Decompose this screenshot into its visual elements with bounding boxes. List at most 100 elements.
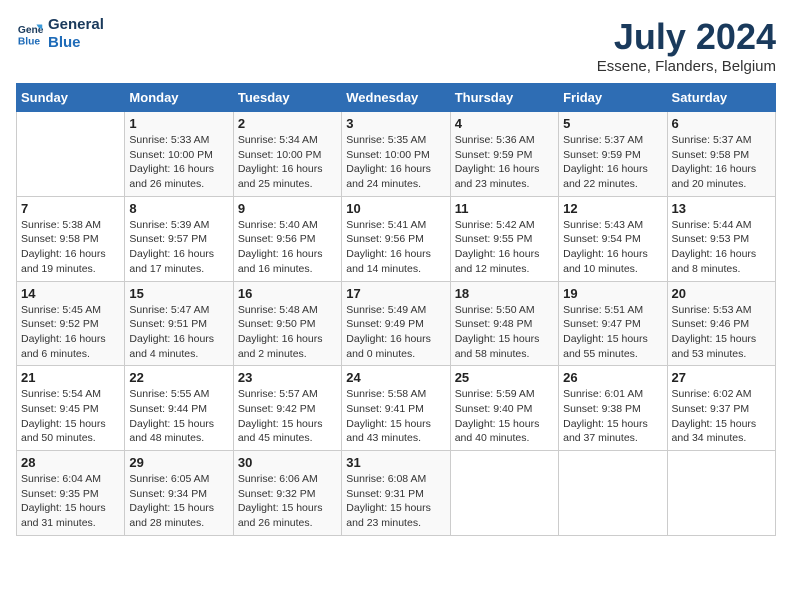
calendar-header-row: SundayMondayTuesdayWednesdayThursdayFrid… [17,84,776,112]
day-number: 24 [346,370,445,385]
day-info: Sunrise: 5:37 AM Sunset: 9:58 PM Dayligh… [672,133,771,192]
day-cell [559,451,667,536]
day-cell: 26 Sunrise: 6:01 AM Sunset: 9:38 PM Dayli… [559,366,667,451]
day-cell [450,451,558,536]
day-cell: 25 Sunrise: 5:59 AM Sunset: 9:40 PM Dayli… [450,366,558,451]
header-tuesday: Tuesday [233,84,341,112]
day-number: 3 [346,116,445,131]
day-info: Sunrise: 5:37 AM Sunset: 9:59 PM Dayligh… [563,133,662,192]
day-number: 23 [238,370,337,385]
month-title: July 2024 [597,16,776,58]
header-monday: Monday [125,84,233,112]
day-info: Sunrise: 5:33 AM Sunset: 10:00 PM Daylig… [129,133,228,192]
header-saturday: Saturday [667,84,775,112]
day-number: 30 [238,455,337,470]
day-cell: 10 Sunrise: 5:41 AM Sunset: 9:56 PM Dayli… [342,196,450,281]
day-number: 1 [129,116,228,131]
day-cell: 23 Sunrise: 5:57 AM Sunset: 9:42 PM Dayli… [233,366,341,451]
day-cell: 14Sunrise: 5:45 AM Sunset: 9:52 PM Dayli… [17,281,125,366]
day-number: 4 [455,116,554,131]
day-info: Sunrise: 6:04 AM Sunset: 9:35 PM Dayligh… [21,472,120,531]
week-row-4: 28Sunrise: 6:04 AM Sunset: 9:35 PM Dayli… [17,451,776,536]
day-info: Sunrise: 5:42 AM Sunset: 9:55 PM Dayligh… [455,218,554,277]
day-info: Sunrise: 5:48 AM Sunset: 9:50 PM Dayligh… [238,303,337,362]
day-number: 13 [672,201,771,216]
day-cell: 2Sunrise: 5:34 AM Sunset: 10:00 PM Dayli… [233,112,341,197]
page-header: General Blue General Blue July 2024 Esse… [16,16,776,75]
day-info: Sunrise: 5:39 AM Sunset: 9:57 PM Dayligh… [129,218,228,277]
calendar-table: SundayMondayTuesdayWednesdayThursdayFrid… [16,83,776,536]
day-info: Sunrise: 6:05 AM Sunset: 9:34 PM Dayligh… [129,472,228,531]
day-info: Sunrise: 5:50 AM Sunset: 9:48 PM Dayligh… [455,303,554,362]
day-number: 11 [455,201,554,216]
day-number: 29 [129,455,228,470]
logo-icon: General Blue [16,20,44,48]
day-cell [17,112,125,197]
day-number: 26 [563,370,662,385]
day-info: Sunrise: 5:49 AM Sunset: 9:49 PM Dayligh… [346,303,445,362]
calendar-body: 1 Sunrise: 5:33 AM Sunset: 10:00 PM Dayli… [17,112,776,536]
day-info: Sunrise: 5:45 AM Sunset: 9:52 PM Dayligh… [21,303,120,362]
day-number: 18 [455,286,554,301]
day-cell: 9 Sunrise: 5:40 AM Sunset: 9:56 PM Daylig… [233,196,341,281]
day-cell: 20Sunrise: 5:53 AM Sunset: 9:46 PM Dayli… [667,281,775,366]
day-info: Sunrise: 5:35 AM Sunset: 10:00 PM Daylig… [346,133,445,192]
day-cell: 8 Sunrise: 5:39 AM Sunset: 9:57 PM Daylig… [125,196,233,281]
day-number: 10 [346,201,445,216]
day-info: Sunrise: 5:51 AM Sunset: 9:47 PM Dayligh… [563,303,662,362]
day-info: Sunrise: 5:40 AM Sunset: 9:56 PM Dayligh… [238,218,337,277]
day-number: 2 [238,116,337,131]
logo: General Blue General Blue [16,16,104,52]
day-cell: 3 Sunrise: 5:35 AM Sunset: 10:00 PM Dayli… [342,112,450,197]
week-row-1: 7 Sunrise: 5:38 AM Sunset: 9:58 PM Daylig… [17,196,776,281]
location-title: Essene, Flanders, Belgium [597,58,776,75]
day-info: Sunrise: 6:08 AM Sunset: 9:31 PM Dayligh… [346,472,445,531]
day-cell: 30 Sunrise: 6:06 AM Sunset: 9:32 PM Dayli… [233,451,341,536]
day-number: 6 [672,116,771,131]
day-number: 19 [563,286,662,301]
day-info: Sunrise: 5:41 AM Sunset: 9:56 PM Dayligh… [346,218,445,277]
day-number: 22 [129,370,228,385]
day-info: Sunrise: 5:53 AM Sunset: 9:46 PM Dayligh… [672,303,771,362]
day-info: Sunrise: 5:57 AM Sunset: 9:42 PM Dayligh… [238,387,337,446]
day-number: 5 [563,116,662,131]
day-cell: 19 Sunrise: 5:51 AM Sunset: 9:47 PM Dayli… [559,281,667,366]
day-info: Sunrise: 5:54 AM Sunset: 9:45 PM Dayligh… [21,387,120,446]
day-number: 7 [21,201,120,216]
header-wednesday: Wednesday [342,84,450,112]
day-cell: 24 Sunrise: 5:58 AM Sunset: 9:41 PM Dayli… [342,366,450,451]
day-cell: 13Sunrise: 5:44 AM Sunset: 9:53 PM Dayli… [667,196,775,281]
header-thursday: Thursday [450,84,558,112]
day-info: Sunrise: 6:06 AM Sunset: 9:32 PM Dayligh… [238,472,337,531]
day-cell: 5 Sunrise: 5:37 AM Sunset: 9:59 PM Daylig… [559,112,667,197]
day-cell: 28Sunrise: 6:04 AM Sunset: 9:35 PM Dayli… [17,451,125,536]
day-info: Sunrise: 5:59 AM Sunset: 9:40 PM Dayligh… [455,387,554,446]
day-cell: 15Sunrise: 5:47 AM Sunset: 9:51 PM Dayli… [125,281,233,366]
day-cell [667,451,775,536]
day-cell: 21 Sunrise: 5:54 AM Sunset: 9:45 PM Dayli… [17,366,125,451]
logo-blue: Blue [48,34,104,52]
day-number: 25 [455,370,554,385]
day-number: 8 [129,201,228,216]
logo-general: General [48,16,104,34]
day-info: Sunrise: 5:58 AM Sunset: 9:41 PM Dayligh… [346,387,445,446]
day-number: 27 [672,370,771,385]
day-number: 21 [21,370,120,385]
day-cell: 1 Sunrise: 5:33 AM Sunset: 10:00 PM Dayli… [125,112,233,197]
day-info: Sunrise: 5:36 AM Sunset: 9:59 PM Dayligh… [455,133,554,192]
day-cell: 11 Sunrise: 5:42 AM Sunset: 9:55 PM Dayli… [450,196,558,281]
day-cell: 22 Sunrise: 5:55 AM Sunset: 9:44 PM Dayli… [125,366,233,451]
day-info: Sunrise: 5:38 AM Sunset: 9:58 PM Dayligh… [21,218,120,277]
day-info: Sunrise: 5:55 AM Sunset: 9:44 PM Dayligh… [129,387,228,446]
day-cell: 27 Sunrise: 6:02 AM Sunset: 9:37 PM Dayli… [667,366,775,451]
day-info: Sunrise: 6:01 AM Sunset: 9:38 PM Dayligh… [563,387,662,446]
week-row-0: 1 Sunrise: 5:33 AM Sunset: 10:00 PM Dayli… [17,112,776,197]
day-cell: 16Sunrise: 5:48 AM Sunset: 9:50 PM Dayli… [233,281,341,366]
header-friday: Friday [559,84,667,112]
day-number: 31 [346,455,445,470]
day-cell: 31 Sunrise: 6:08 AM Sunset: 9:31 PM Dayli… [342,451,450,536]
day-cell: 18 Sunrise: 5:50 AM Sunset: 9:48 PM Dayli… [450,281,558,366]
day-number: 9 [238,201,337,216]
day-info: Sunrise: 6:02 AM Sunset: 9:37 PM Dayligh… [672,387,771,446]
day-number: 15 [129,286,228,301]
